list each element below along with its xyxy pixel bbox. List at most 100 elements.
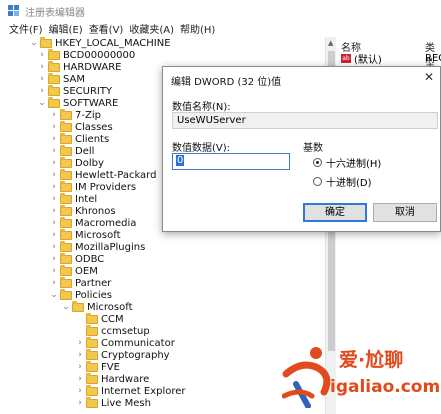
chevron-right-icon[interactable]: › xyxy=(50,145,58,157)
tree-item[interactable]: › OEM xyxy=(50,264,98,277)
radio-unselected-icon[interactable] xyxy=(313,177,322,186)
chevron-right-icon[interactable]: › xyxy=(76,361,84,373)
tree-item[interactable]: › 7-Zip xyxy=(50,108,101,121)
tree-item[interactable]: ⌄ Policies xyxy=(50,288,112,301)
tree-item[interactable]: › Dolby xyxy=(50,156,104,169)
chevron-right-icon[interactable]: › xyxy=(76,337,84,349)
dialog-title: 编辑 DWORD (32 位)值 xyxy=(171,77,282,88)
folder-icon xyxy=(48,72,60,84)
folder-icon xyxy=(48,60,60,72)
tree-item[interactable]: › SECURITY xyxy=(38,84,112,97)
tree-item[interactable]: › Intel xyxy=(50,192,97,205)
folder-icon xyxy=(72,300,84,312)
chevron-right-icon[interactable]: › xyxy=(76,385,84,397)
tree-item[interactable]: ⌄ Microsoft xyxy=(62,300,133,313)
cancel-button[interactable]: 取消 xyxy=(373,203,437,222)
chevron-right-icon[interactable]: › xyxy=(50,229,58,241)
chevron-right-icon[interactable]: › xyxy=(50,121,58,133)
chevron-right-icon[interactable]: › xyxy=(50,241,58,253)
menu-help[interactable]: 帮助(H) xyxy=(177,20,218,36)
edit-dword-dialog: 编辑 DWORD (32 位)值 ✕ 数值名称(N): UseWUServer … xyxy=(162,66,441,232)
folder-icon xyxy=(86,360,98,372)
tree-item[interactable]: › Hewlett-Packard xyxy=(50,168,156,181)
menu-favorites[interactable]: 收藏夹(A) xyxy=(126,20,177,36)
folder-icon xyxy=(48,96,60,108)
tree-item[interactable]: › FVE xyxy=(76,360,120,373)
folder-icon xyxy=(60,240,72,252)
tree-item[interactable]: › Hardware xyxy=(76,372,149,385)
tree-item[interactable]: › Clients xyxy=(50,132,109,145)
chevron-right-icon[interactable]: › xyxy=(76,373,84,385)
chevron-right-icon[interactable]: › xyxy=(50,277,58,289)
tree-item[interactable]: › MozillaPlugins xyxy=(50,240,145,253)
tree-item[interactable]: › ODBC xyxy=(50,252,104,265)
chevron-right-icon[interactable]: › xyxy=(50,205,58,217)
chevron-right-icon[interactable]: › xyxy=(50,133,58,145)
tree-item[interactable]: › Classes xyxy=(50,120,113,133)
chevron-down-icon[interactable]: ⌄ xyxy=(50,289,58,301)
chevron-down-icon[interactable]: ⌄ xyxy=(62,301,70,313)
tree-item[interactable]: › Partner xyxy=(50,276,111,289)
title-bar: 注册表编辑器 xyxy=(0,0,441,20)
folder-icon xyxy=(60,216,72,228)
decimal-radio[interactable]: 十进制(D) xyxy=(313,174,372,189)
chevron-right-icon[interactable]: › xyxy=(76,349,84,361)
tree-item[interactable]: ⌄ SOFTWARE xyxy=(38,96,118,109)
value-row[interactable]: ab (默认) REG xyxy=(341,51,441,66)
chevron-right-icon[interactable]: › xyxy=(50,157,58,169)
close-icon[interactable]: ✕ xyxy=(422,70,436,84)
tree-item[interactable]: › Microsoft xyxy=(50,228,121,241)
chevron-right-icon[interactable]: › xyxy=(50,253,58,265)
tree-item[interactable]: › Cryptography xyxy=(76,348,170,361)
chevron-right-icon[interactable]: › xyxy=(50,193,58,205)
scroll-up-icon[interactable]: ▲ xyxy=(328,39,333,47)
chevron-right-icon[interactable]: › xyxy=(38,49,46,61)
tree-item[interactable]: › Macromedia xyxy=(50,216,136,229)
watermark-logo-icon xyxy=(282,347,331,408)
chevron-right-icon[interactable]: › xyxy=(50,217,58,229)
folder-icon xyxy=(86,396,98,408)
value-name: (默认) xyxy=(354,55,382,66)
window-title: 注册表编辑器 xyxy=(25,8,85,19)
chevron-right-icon[interactable]: › xyxy=(50,109,58,121)
tree-item[interactable]: › IM Providers xyxy=(50,180,136,193)
folder-icon xyxy=(60,180,72,192)
tree-item[interactable]: ccmsetup xyxy=(76,324,150,337)
value-data-input[interactable]: 0 xyxy=(172,153,290,170)
chevron-down-icon[interactable]: ⌄ xyxy=(38,97,46,109)
chevron-right-icon[interactable]: › xyxy=(38,61,46,73)
tree-item[interactable]: › Internet Explorer xyxy=(76,384,186,397)
folder-icon xyxy=(48,48,60,60)
chevron-right-icon[interactable]: › xyxy=(38,85,46,97)
tree-item[interactable]: › HARDWARE xyxy=(38,60,121,73)
tree-item[interactable]: › Live Mesh xyxy=(76,396,151,409)
tree-item[interactable]: › SAM xyxy=(38,72,85,85)
menu-edit[interactable]: 编辑(E) xyxy=(46,20,86,36)
tree-item[interactable]: › Dell xyxy=(50,144,94,157)
ok-button[interactable]: 确定 xyxy=(303,203,367,222)
folder-icon xyxy=(60,132,72,144)
tree-item[interactable]: ⌄ HKEY_LOCAL_MACHINE xyxy=(30,37,171,49)
tree-item[interactable]: › Communicator xyxy=(76,336,175,349)
regedit-app-icon xyxy=(8,5,19,16)
value-name-label: 数值名称(N): xyxy=(172,102,231,113)
folder-icon xyxy=(86,324,98,336)
folder-icon xyxy=(60,288,72,300)
tree-item[interactable]: CCM xyxy=(76,312,124,325)
chevron-right-icon[interactable]: › xyxy=(50,265,58,277)
tree-item[interactable]: › Khronos xyxy=(50,204,116,217)
value-data-label: 数值数据(V): xyxy=(172,143,231,154)
chevron-right-icon[interactable]: › xyxy=(76,397,84,409)
chevron-right-icon[interactable]: › xyxy=(38,73,46,85)
radio-selected-icon[interactable] xyxy=(313,158,322,167)
hex-radio[interactable]: 十六进制(H) xyxy=(313,155,381,170)
chevron-right-icon[interactable]: › xyxy=(50,169,58,181)
menu-view[interactable]: 查看(V) xyxy=(86,20,127,36)
chevron-right-icon[interactable]: › xyxy=(50,181,58,193)
folder-icon xyxy=(60,204,72,216)
watermark-subtitle: igaliao.com xyxy=(330,377,441,397)
menu-file[interactable]: 文件(F) xyxy=(6,20,46,36)
tree-item[interactable]: › BCD00000000 xyxy=(38,48,135,61)
folder-icon xyxy=(60,108,72,120)
chevron-down-icon[interactable]: ⌄ xyxy=(30,37,38,49)
